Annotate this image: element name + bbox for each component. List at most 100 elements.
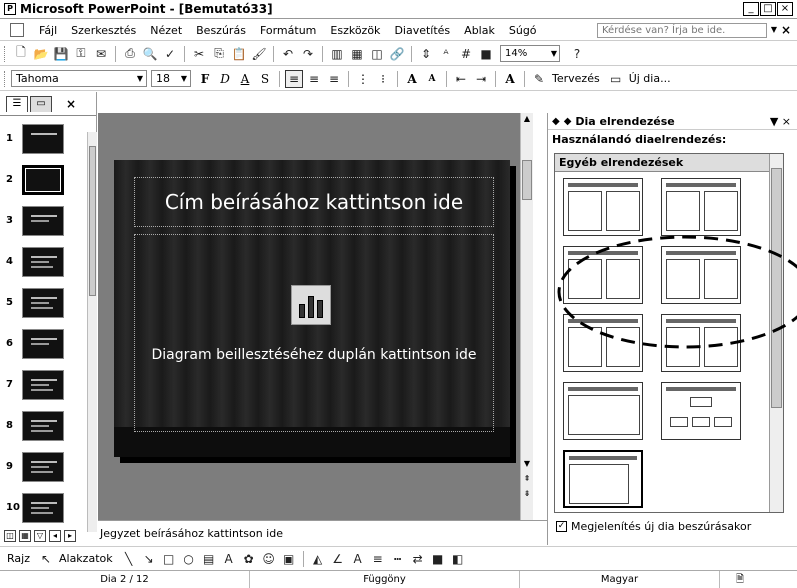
- increase-indent-icon[interactable]: ⇥: [472, 70, 490, 88]
- select-arrow-icon[interactable]: ↖: [37, 550, 55, 568]
- font-color-icon[interactable]: A: [501, 70, 519, 88]
- save-icon[interactable]: 💾: [52, 45, 70, 63]
- scrollbar-thumb[interactable]: [522, 160, 532, 200]
- picture-icon[interactable]: ▣: [280, 550, 298, 568]
- ask-question-input[interactable]: Kérdése van? Írja be ide.: [597, 23, 767, 38]
- slide-thumbnail[interactable]: [22, 287, 64, 318]
- cut-icon[interactable]: ✂: [190, 45, 208, 63]
- toolbar-grip[interactable]: [4, 45, 7, 62]
- arrow-style-icon[interactable]: ⇄: [409, 550, 427, 568]
- layout-text-clipart[interactable]: [563, 178, 643, 236]
- thumbnail-row[interactable]: 3: [0, 200, 88, 241]
- layout-org-chart[interactable]: [661, 382, 741, 440]
- bold-button[interactable]: F: [196, 70, 214, 88]
- slide-thumbnail[interactable]: [22, 451, 64, 482]
- slide-thumbnail-selected[interactable]: [22, 164, 64, 195]
- scroll-down-icon[interactable]: ▼: [522, 458, 532, 469]
- line-style-icon[interactable]: ≡: [369, 550, 387, 568]
- 3d-icon[interactable]: ◧: [449, 550, 467, 568]
- menu-slideshow[interactable]: Diavetítés: [387, 24, 457, 37]
- arrow-icon[interactable]: ↘: [140, 550, 158, 568]
- expand-all-icon[interactable]: ⇕: [417, 45, 435, 63]
- hyperlink-icon[interactable]: 🔗: [388, 45, 406, 63]
- tab-outline[interactable]: ☰: [6, 95, 28, 112]
- scroll-left-icon[interactable]: ◂: [49, 530, 61, 542]
- increase-font-icon[interactable]: A: [403, 70, 421, 88]
- paste-icon[interactable]: 📋: [230, 45, 248, 63]
- line-color-icon[interactable]: ∠: [329, 550, 347, 568]
- show-formatting-icon[interactable]: ᴬ: [437, 45, 455, 63]
- menu-window[interactable]: Ablak: [457, 24, 502, 37]
- scroll-right-icon[interactable]: ▸: [64, 530, 76, 542]
- slide-thumbnail[interactable]: [22, 123, 64, 154]
- maximize-button[interactable]: □: [760, 2, 776, 16]
- help-icon[interactable]: ?: [568, 45, 586, 63]
- chart-icon[interactable]: [291, 285, 331, 325]
- insert-table-icon[interactable]: ▦: [348, 45, 366, 63]
- clipart-icon[interactable]: ☺: [260, 550, 278, 568]
- italic-button[interactable]: D: [216, 70, 234, 88]
- menu-format[interactable]: Formátum: [253, 24, 323, 37]
- scrollbar-thumb[interactable]: [89, 146, 96, 296]
- layout-clipart-text[interactable]: [661, 178, 741, 236]
- menu-help[interactable]: Súgó: [502, 24, 544, 37]
- underline-button[interactable]: A: [236, 70, 254, 88]
- close-button[interactable]: ×: [777, 2, 793, 16]
- design-icon[interactable]: ✎: [530, 70, 548, 88]
- thumbnail-row[interactable]: 9: [0, 446, 88, 487]
- previous-slide-icon[interactable]: ⇞: [522, 473, 532, 484]
- print-icon[interactable]: ⎙: [121, 45, 139, 63]
- menu-insert[interactable]: Beszúrás: [189, 24, 253, 37]
- new-icon[interactable]: 🗋: [12, 45, 30, 63]
- new-slide-icon[interactable]: ▭: [607, 70, 625, 88]
- design-button[interactable]: Tervezés: [552, 72, 600, 85]
- panel-close-button[interactable]: ×: [66, 97, 76, 111]
- font-color-icon[interactable]: A: [349, 550, 367, 568]
- diagram-icon[interactable]: ✿: [240, 550, 258, 568]
- thumbnail-row[interactable]: 7: [0, 364, 88, 405]
- powerpoint-app-icon[interactable]: P: [4, 3, 16, 15]
- layout-text-media[interactable]: [563, 314, 643, 372]
- document-icon[interactable]: [10, 23, 24, 37]
- scrollbar-thumb[interactable]: [771, 168, 782, 408]
- layout-table[interactable]: [563, 382, 643, 440]
- open-icon[interactable]: 📂: [32, 45, 50, 63]
- line-icon[interactable]: ╲: [120, 550, 138, 568]
- font-select[interactable]: Tahoma ▼: [11, 70, 147, 87]
- thumbnail-row[interactable]: 4: [0, 241, 88, 282]
- slideshow-icon[interactable]: ▽: [34, 530, 46, 542]
- numbering-icon[interactable]: ⋮: [354, 70, 372, 88]
- minimize-button[interactable]: _: [743, 2, 759, 16]
- next-slide-icon[interactable]: ⇟: [522, 488, 532, 499]
- slide-thumbnail[interactable]: [22, 410, 64, 441]
- color-grayscale-icon[interactable]: ■: [477, 45, 495, 63]
- spelling-status-icon[interactable]: 🗎: [720, 571, 760, 588]
- dash-style-icon[interactable]: ┅: [389, 550, 407, 568]
- layout-chart-text[interactable]: [661, 246, 741, 304]
- menu-tools[interactable]: Eszközök: [323, 24, 387, 37]
- menu-edit[interactable]: Szerkesztés: [64, 24, 143, 37]
- menu-view[interactable]: Nézet: [143, 24, 189, 37]
- slide-thumbnail[interactable]: [22, 328, 64, 359]
- permission-icon[interactable]: ⚿: [72, 45, 90, 63]
- wordart-icon[interactable]: A: [220, 550, 238, 568]
- notes-pane[interactable]: Jegyzet beírásához kattintson ide: [98, 520, 547, 545]
- thumbnail-row[interactable]: 2: [0, 159, 88, 200]
- normal-view-icon[interactable]: ◫: [4, 530, 16, 542]
- tab-slides[interactable]: ▭: [30, 95, 52, 112]
- align-right-icon[interactable]: ≡: [325, 70, 343, 88]
- decrease-indent-icon[interactable]: ⇤: [452, 70, 470, 88]
- draw-menu-button[interactable]: Rajz: [7, 552, 30, 565]
- layout-media-text[interactable]: [661, 314, 741, 372]
- layout-chart-selected[interactable]: [563, 450, 643, 508]
- grid-icon[interactable]: #: [457, 45, 475, 63]
- scroll-up-icon[interactable]: ▲: [522, 113, 532, 124]
- slide-sorter-icon[interactable]: ▦: [19, 530, 31, 542]
- print-preview-icon[interactable]: 🔍: [141, 45, 159, 63]
- toolbar-grip[interactable]: [4, 70, 7, 87]
- decrease-font-icon[interactable]: A: [423, 70, 441, 88]
- oval-icon[interactable]: ○: [180, 550, 198, 568]
- back-icon[interactable]: ◆: [552, 116, 560, 127]
- zoom-select[interactable]: 14% ▼: [500, 45, 560, 62]
- undo-icon[interactable]: ↶: [279, 45, 297, 63]
